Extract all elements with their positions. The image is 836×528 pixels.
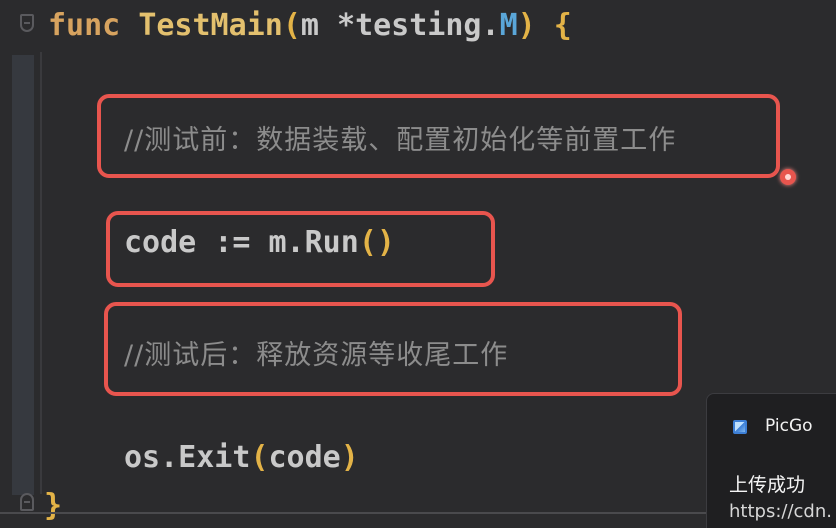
notification-body-url[interactable]: https://cdn. [729,501,832,522]
exit-arg: code [268,440,341,475]
type-name: M [499,8,518,43]
exit-line[interactable]: os.Exit(code) [124,440,359,475]
fold-collapse-icon[interactable] [20,14,34,32]
exit-open-paren: ( [250,440,269,475]
exit-call: os.Exit [124,440,251,475]
picgo-notification-toast[interactable]: PicGo 上传成功 https://cdn. [706,393,836,528]
code-editor[interactable]: func TestMain(m *testing.M) { //测试前：数据装载… [0,0,836,528]
run-parens: () [358,225,395,260]
closing-brace-line[interactable]: } [44,488,62,523]
editor-bottom-border [0,512,706,514]
param-name: m [300,8,319,43]
indent-guide [40,52,42,494]
cursor-dot-icon [780,169,796,185]
notification-app-name: PicGo [765,416,813,436]
scope-indicator-bar [12,55,34,495]
var-code: code [124,225,197,260]
exit-close-paren: ) [340,440,359,475]
comment-teardown[interactable]: //测试后：释放资源等收尾工作 [124,333,508,372]
function-name: TestMain [138,8,283,43]
package-name: testing. [355,8,500,43]
open-brace: { [553,8,572,43]
close-paren: ) [517,8,536,43]
open-paren: ( [282,8,301,43]
pointer-star: * [337,8,356,43]
fold-end-icon[interactable] [20,493,34,511]
func-declaration-line[interactable]: func TestMain(m *testing.M) { [48,8,572,43]
func-keyword: func [48,8,121,43]
notification-title: 上传成功 [729,474,806,496]
run-line[interactable]: code := m.Run() [124,225,395,260]
comment-setup[interactable]: //测试前：数据装载、配置初始化等前置工作 [124,118,676,157]
picgo-app-icon [733,420,747,434]
close-brace: } [44,488,63,523]
assign-operator: := [214,225,251,260]
run-call: m.Run [268,225,359,260]
